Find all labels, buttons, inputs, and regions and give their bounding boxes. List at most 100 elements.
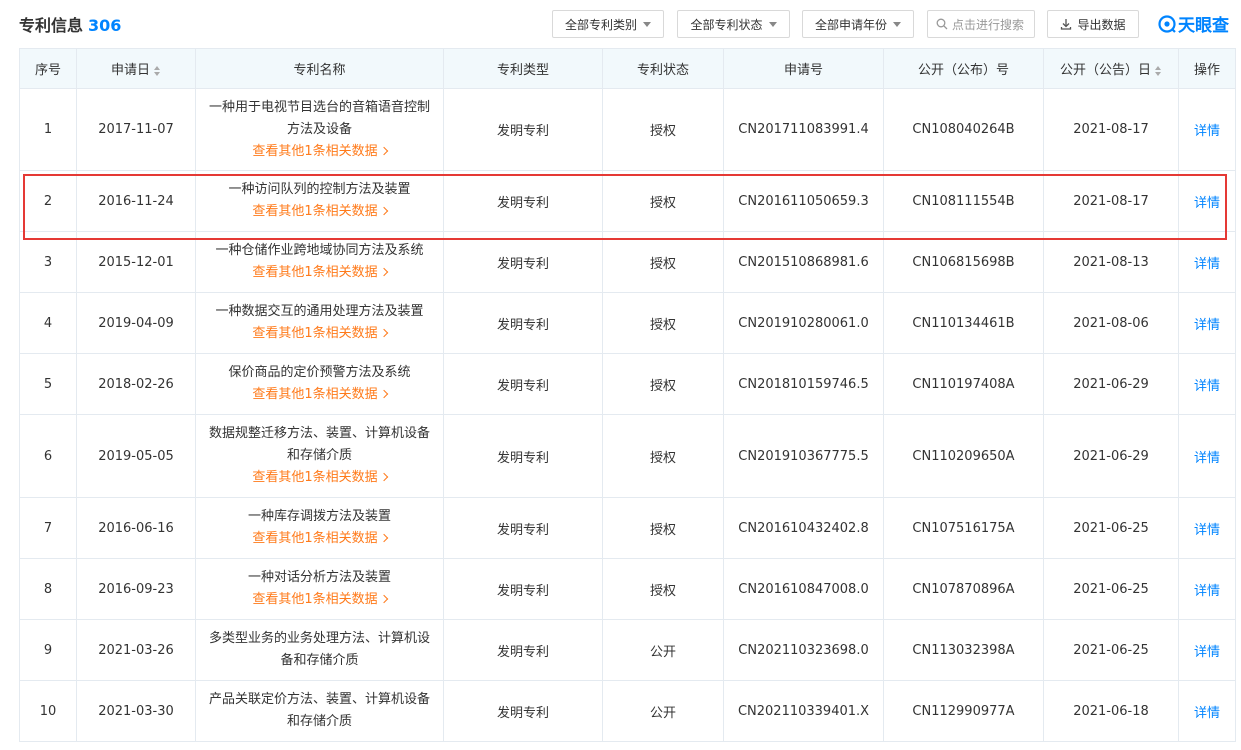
detail-link[interactable]: 详情 <box>1194 451 1220 466</box>
patent-title[interactable]: 保价商品的定价预警方法及系统 <box>204 362 435 384</box>
col-header-application-date[interactable]: 申请日 <box>76 48 196 89</box>
detail-link[interactable]: 详情 <box>1194 584 1220 599</box>
chevron-right-icon <box>379 594 388 604</box>
cell-publication-date: 2021-06-29 <box>1043 414 1179 498</box>
detail-link[interactable]: 详情 <box>1194 706 1220 721</box>
related-data-link[interactable]: 查看其他1条相关数据 <box>204 201 435 223</box>
cell-index: 4 <box>19 292 77 354</box>
cell-action: 详情 <box>1178 353 1236 415</box>
cell-publication-date: 2021-08-17 <box>1043 88 1179 171</box>
cell-action: 详情 <box>1178 170 1236 232</box>
chevron-right-icon <box>379 206 388 216</box>
detail-link[interactable]: 详情 <box>1194 196 1220 211</box>
cell-publication-number: CN110134461B <box>883 292 1044 354</box>
patent-title[interactable]: 数据规整迁移方法、装置、计算机设备和存储介质 <box>204 423 435 467</box>
application-year-filter[interactable]: 全部申请年份 <box>802 10 914 38</box>
detail-link[interactable]: 详情 <box>1194 379 1220 394</box>
sort-icon[interactable] <box>154 65 161 76</box>
cell-action: 详情 <box>1178 292 1236 354</box>
cell-patent-name: 一种数据交互的通用处理方法及装置 查看其他1条相关数据 <box>195 292 444 354</box>
related-label: 查看其他1条相关数据 <box>252 470 378 485</box>
related-data-link[interactable]: 查看其他1条相关数据 <box>204 323 435 345</box>
col-header-index: 序号 <box>19 48 77 89</box>
filter-label: 全部申请年份 <box>814 17 887 32</box>
cell-patent-status: 授权 <box>602 353 724 415</box>
cell-application-date: 2016-09-23 <box>76 558 196 620</box>
table-row: 7 2016-06-16 一种库存调拨方法及装置 查看其他1条相关数据 发明专利 授权 CN… <box>19 497 1236 559</box>
export-data-button[interactable]: 导出数据 <box>1047 10 1139 38</box>
cell-patent-status: 公开 <box>602 680 724 742</box>
table-row: 1 2017-11-07 一种用于电视节目选台的音箱语音控制方法及设备 查看其他1条相… <box>19 88 1236 171</box>
col-label: 申请日 <box>110 63 150 78</box>
col-label: 序号 <box>34 63 61 78</box>
table-row: 3 2015-12-01 一种仓储作业跨地域协同方法及系统 查看其他1条相关数据 发明专… <box>19 231 1236 293</box>
patent-title[interactable]: 一种仓储作业跨地域协同方法及系统 <box>204 240 435 262</box>
cell-action: 详情 <box>1178 231 1236 293</box>
patent-title[interactable]: 产品关联定价方法、装置、计算机设备和存储介质 <box>204 689 435 733</box>
logo-mark-icon <box>1158 14 1176 33</box>
cell-index: 10 <box>19 680 77 742</box>
detail-link[interactable]: 详情 <box>1194 645 1220 660</box>
col-label: 操作 <box>1193 63 1220 78</box>
cell-index: 1 <box>19 88 77 171</box>
related-data-link[interactable]: 查看其他1条相关数据 <box>204 467 435 489</box>
cell-publication-date: 2021-06-25 <box>1043 619 1179 681</box>
caret-down-icon <box>893 21 901 27</box>
related-label: 查看其他1条相关数据 <box>252 265 378 280</box>
table-row: 9 2021-03-26 多类型业务的业务处理方法、计算机设备和存储介质 发明专利 公开… <box>19 619 1236 681</box>
cell-patent-type: 发明专利 <box>443 414 603 498</box>
col-label: 专利名称 <box>293 63 346 78</box>
cell-patent-status: 公开 <box>602 619 724 681</box>
cell-publication-number: CN108040264B <box>883 88 1044 171</box>
col-header-action: 操作 <box>1178 48 1236 89</box>
col-label: 申请号 <box>783 63 823 78</box>
patent-title[interactable]: 一种访问队列的控制方法及装置 <box>204 179 435 201</box>
detail-link[interactable]: 详情 <box>1194 257 1220 272</box>
filter-label: 全部专利状态 <box>690 17 763 32</box>
table-row: 10 2021-03-30 产品关联定价方法、装置、计算机设备和存储介质 发明专利 公开… <box>19 680 1236 742</box>
cell-application-date: 2019-05-05 <box>76 414 196 498</box>
patent-title[interactable]: 多类型业务的业务处理方法、计算机设备和存储介质 <box>204 628 435 672</box>
cell-publication-date: 2021-06-18 <box>1043 680 1179 742</box>
related-label: 查看其他1条相关数据 <box>252 204 378 219</box>
cell-index: 8 <box>19 558 77 620</box>
detail-link[interactable]: 详情 <box>1194 318 1220 333</box>
patent-status-filter[interactable]: 全部专利状态 <box>677 10 790 38</box>
patent-title[interactable]: 一种库存调拨方法及装置 <box>204 506 435 528</box>
related-data-link[interactable]: 查看其他1条相关数据 <box>204 262 435 284</box>
cell-application-date: 2016-11-24 <box>76 170 196 232</box>
cell-patent-type: 发明专利 <box>443 292 603 354</box>
cell-action: 详情 <box>1178 680 1236 742</box>
table-row: 8 2016-09-23 一种对话分析方法及装置 查看其他1条相关数据 发明专利 授权 CN… <box>19 558 1236 620</box>
col-header-publication-date[interactable]: 公开（公告）日 <box>1043 48 1179 89</box>
related-data-link[interactable]: 查看其他1条相关数据 <box>204 589 435 611</box>
chevron-right-icon <box>379 328 388 338</box>
patent-title[interactable]: 一种对话分析方法及装置 <box>204 567 435 589</box>
cell-application-number: CN202110323698.0 <box>723 619 884 681</box>
detail-link[interactable]: 详情 <box>1194 523 1220 538</box>
patent-title[interactable]: 一种数据交互的通用处理方法及装置 <box>204 301 435 323</box>
patent-title[interactable]: 一种用于电视节目选台的音箱语音控制方法及设备 <box>204 97 435 141</box>
cell-index: 3 <box>19 231 77 293</box>
cell-patent-status: 授权 <box>602 88 724 171</box>
cell-publication-number: CN107870896A <box>883 558 1044 620</box>
download-icon <box>1061 19 1072 30</box>
cell-application-number: CN201510868981.6 <box>723 231 884 293</box>
tianyancha-logo[interactable]: 天眼查 <box>1158 11 1229 36</box>
patent-table: 序号 申请日 专利名称 专利类型 专利状态 申请号 公开（公布）号 公开（公告）… <box>19 48 1236 742</box>
cell-index: 5 <box>19 353 77 415</box>
cell-publication-number: CN110209650A <box>883 414 1044 498</box>
patent-category-filter[interactable]: 全部专利类别 <box>552 10 664 38</box>
related-data-link[interactable]: 查看其他1条相关数据 <box>204 141 435 163</box>
search-input[interactable]: 点击进行搜索 <box>927 10 1035 38</box>
cell-action: 详情 <box>1178 558 1236 620</box>
sort-icon[interactable] <box>1155 65 1162 76</box>
cell-publication-number: CN106815698B <box>883 231 1044 293</box>
col-label: 专利状态 <box>636 63 689 78</box>
detail-link[interactable]: 详情 <box>1194 124 1220 139</box>
cell-application-number: CN201711083991.4 <box>723 88 884 171</box>
related-label: 查看其他1条相关数据 <box>252 387 378 402</box>
related-data-link[interactable]: 查看其他1条相关数据 <box>204 528 435 550</box>
cell-action: 详情 <box>1178 88 1236 171</box>
related-data-link[interactable]: 查看其他1条相关数据 <box>204 384 435 406</box>
